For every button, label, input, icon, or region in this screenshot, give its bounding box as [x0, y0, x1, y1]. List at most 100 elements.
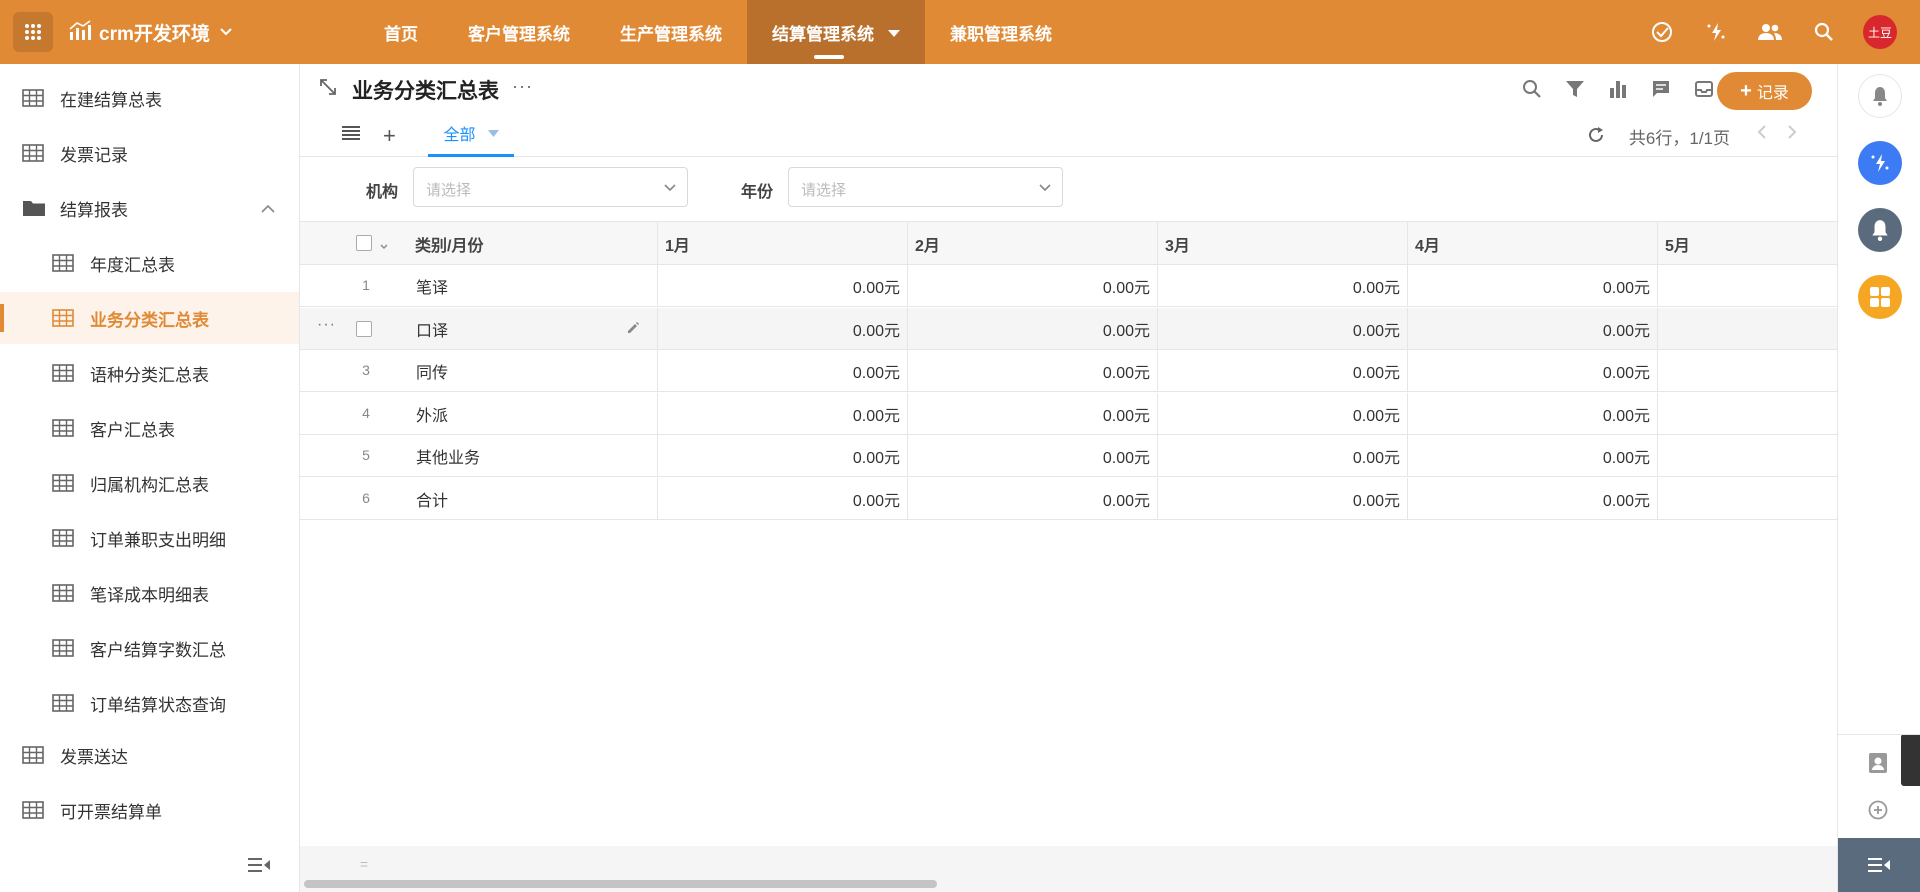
table-row[interactable]: 3 同传 0.00元 0.00元 0.00元 0.00元 — [300, 350, 1837, 392]
apps-icon[interactable] — [1858, 275, 1902, 319]
magic-icon[interactable] — [1699, 15, 1733, 49]
value-cell[interactable] — [1658, 478, 1837, 520]
nav-home[interactable]: 首页 — [359, 0, 443, 64]
value-cell[interactable] — [1658, 308, 1837, 350]
sidebar-item[interactable]: 订单兼职支出明细 — [0, 512, 299, 564]
value-cell[interactable]: 0.00元 — [1158, 392, 1408, 435]
value-cell[interactable]: 0.00元 — [908, 265, 1158, 307]
sidebar-item[interactable]: 可开票结算单 — [0, 784, 299, 836]
table-row[interactable]: 5 其他业务 0.00元 0.00元 0.00元 0.00元 — [300, 435, 1837, 477]
org-select[interactable]: 请选择 — [413, 167, 688, 207]
notification-icon[interactable] — [1858, 208, 1902, 252]
value-cell[interactable]: 0.00元 — [658, 392, 908, 435]
bell-icon[interactable] — [1858, 74, 1902, 118]
bar-chart-icon[interactable] — [1605, 76, 1631, 102]
value-cell[interactable]: 0.00元 — [1408, 477, 1658, 520]
value-cell[interactable]: 0.00元 — [658, 477, 908, 520]
sidebar-item[interactable]: 笔译成本明细表 — [0, 567, 299, 619]
sidebar-item[interactable]: 发票送达 — [0, 729, 299, 781]
edit-pencil-icon[interactable] — [626, 321, 640, 340]
collapse-panel-button[interactable] — [1838, 838, 1920, 892]
value-cell[interactable]: 0.00元 — [658, 350, 908, 392]
table-row[interactable]: 4 外派 0.00元 0.00元 0.00元 0.00元 — [300, 392, 1837, 435]
inbox-icon[interactable] — [1691, 76, 1717, 102]
horizontal-scrollbar[interactable] — [304, 880, 937, 888]
nav-crm[interactable]: 客户管理系统 — [443, 0, 595, 64]
table-row[interactable]: ··· 口译 0.00元 0.00元 0.00元 0.00元 — [300, 307, 1837, 350]
category-cell[interactable]: 外派 — [300, 392, 658, 435]
search-icon[interactable] — [1807, 15, 1841, 49]
column-header[interactable]: 2月 — [908, 222, 1158, 265]
comment-icon[interactable] — [1648, 76, 1674, 102]
value-cell[interactable] — [1658, 350, 1837, 392]
app-switcher[interactable]: crm开发环境 — [69, 19, 249, 46]
value-cell[interactable]: 0.00元 — [1408, 435, 1658, 477]
value-cell[interactable]: 0.00元 — [1158, 307, 1408, 350]
category-cell[interactable]: 其他业务 — [300, 435, 658, 477]
nav-settlement[interactable]: 结算管理系统 — [747, 0, 925, 64]
nav-production[interactable]: 生产管理系统 — [595, 0, 747, 64]
search-icon[interactable] — [1519, 76, 1545, 102]
column-header[interactable]: 类别/月份 — [408, 222, 658, 265]
tab-all[interactable]: 全部 — [428, 112, 514, 157]
year-select[interactable]: 请选择 — [788, 167, 1063, 207]
value-cell[interactable]: 0.00元 — [1158, 435, 1408, 477]
refresh-icon[interactable] — [1587, 126, 1605, 149]
filter-icon[interactable] — [1562, 76, 1588, 102]
value-cell[interactable]: 0.00元 — [658, 435, 908, 477]
sidebar-item[interactable]: 订单结算状态查询 — [0, 677, 299, 729]
sidebar-item[interactable]: 语种分类汇总表 — [0, 347, 299, 399]
value-cell[interactable]: 0.00元 — [1408, 350, 1658, 392]
sidebar-item[interactable]: 归属机构汇总表 — [0, 457, 299, 509]
check-circle-icon[interactable] — [1645, 15, 1679, 49]
chevron-left-icon[interactable] — [1757, 124, 1767, 145]
value-cell[interactable]: 0.00元 — [658, 265, 908, 307]
collapse-sidebar-icon[interactable] — [248, 857, 270, 878]
sidebar-item[interactable]: 客户结算字数汇总 — [0, 622, 299, 674]
value-cell[interactable] — [1658, 435, 1837, 477]
add-record-button[interactable]: + 记录 — [1717, 72, 1812, 110]
column-header[interactable]: 3月 — [1158, 222, 1408, 265]
value-cell[interactable]: 0.00元 — [1158, 477, 1408, 520]
select-all-checkbox[interactable] — [356, 235, 388, 256]
sidebar-item[interactable]: 年度汇总表 — [0, 237, 299, 289]
side-handle[interactable] — [1901, 734, 1920, 786]
sidebar-item[interactable]: 结算报表 — [0, 182, 299, 234]
more-icon[interactable]: ··· — [512, 76, 533, 97]
value-cell[interactable]: 0.00元 — [908, 307, 1158, 350]
contact-card-icon[interactable] — [1868, 752, 1888, 779]
sidebar-item[interactable]: 客户汇总表 — [0, 402, 299, 454]
chevron-right-icon[interactable] — [1787, 124, 1797, 145]
list-icon[interactable] — [342, 126, 360, 145]
sidebar-item[interactable]: 发票记录 — [0, 127, 299, 179]
value-cell[interactable]: 0.00元 — [908, 435, 1158, 477]
value-cell[interactable] — [1658, 265, 1837, 307]
value-cell[interactable]: 0.00元 — [1408, 392, 1658, 435]
value-cell[interactable]: 0.00元 — [1158, 350, 1408, 392]
value-cell[interactable]: 0.00元 — [1158, 265, 1408, 307]
nav-parttime[interactable]: 兼职管理系统 — [925, 0, 1077, 64]
value-cell[interactable]: 0.00元 — [1408, 307, 1658, 350]
value-cell[interactable]: 0.00元 — [908, 392, 1158, 435]
expand-icon[interactable] — [318, 77, 338, 102]
category-cell[interactable]: 笔译 — [300, 265, 658, 307]
column-header[interactable]: 5月 — [1658, 222, 1837, 265]
value-cell[interactable]: 0.00元 — [908, 350, 1158, 392]
value-cell[interactable] — [1658, 393, 1837, 435]
sidebar-item[interactable]: 在建结算总表 — [0, 72, 299, 124]
value-cell[interactable]: 0.00元 — [658, 307, 908, 350]
add-view-icon[interactable]: + — [383, 123, 396, 149]
category-cell[interactable]: 口译 — [300, 307, 658, 350]
drag-handle-icon[interactable]: = — [360, 856, 368, 872]
table-row[interactable]: 1 笔译 0.00元 0.00元 0.00元 0.00元 — [300, 265, 1837, 307]
avatar[interactable]: 土豆 — [1863, 15, 1897, 49]
category-cell[interactable]: 合计 — [300, 477, 658, 520]
table-row[interactable]: 6 合计 0.00元 0.00元 0.00元 0.00元 — [300, 477, 1837, 520]
category-cell[interactable]: 同传 — [300, 350, 658, 392]
column-header[interactable]: 4月 — [1408, 222, 1658, 265]
value-cell[interactable]: 0.00元 — [1408, 265, 1658, 307]
users-icon[interactable] — [1753, 15, 1787, 49]
ai-assistant-icon[interactable] — [1858, 141, 1902, 185]
column-header[interactable]: 1月 — [658, 222, 908, 265]
sidebar-item[interactable]: 业务分类汇总表 — [0, 292, 299, 344]
